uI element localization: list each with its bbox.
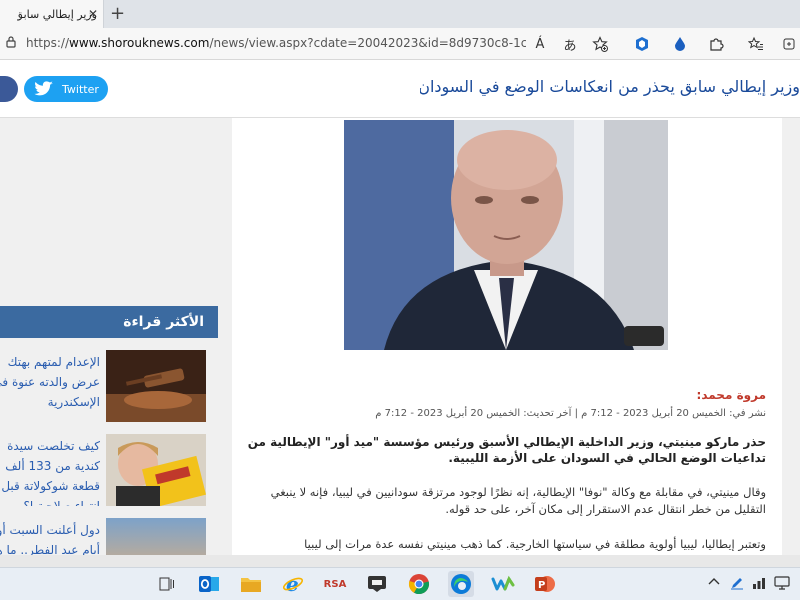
address-bar: https://www.shorouknews.com/news/view.as… — [0, 28, 800, 60]
extension-shield-icon[interactable] — [632, 34, 652, 54]
horizontal-scrollbar[interactable] — [0, 555, 800, 567]
most-read-item[interactable]: الإعدام لمتهم بهتك عرض والدته عنوة في ال… — [0, 350, 218, 424]
article-lead: حذر ماركو مينيتي، وزير الداخلية الإيطالي… — [247, 435, 766, 465]
chat-window-icon[interactable] — [364, 571, 390, 597]
article-headline: وزير إيطالي سابق يحذر من انعكاسات الوضع … — [420, 77, 800, 96]
chrome-icon[interactable] — [406, 571, 432, 597]
outlook-icon[interactable] — [196, 571, 222, 597]
most-read-item[interactable]: كيف تخلصت سيدة كندية من 133 ألف قطعة شوك… — [0, 434, 218, 508]
monitor-tray-icon[interactable] — [774, 576, 790, 593]
url-domain: www.shorouknews.com — [69, 36, 210, 50]
web-page: Twitter وزير إيطالي سابق يحذر من انعكاسا… — [0, 60, 800, 567]
svg-text:e: e — [286, 573, 299, 595]
article-author: مروة محمد: — [696, 388, 766, 402]
task-view-icon[interactable] — [154, 571, 180, 597]
favorites-icon[interactable] — [746, 34, 766, 54]
browser-tab[interactable]: وزير إيطالي سابق يحذر من انعكاسات ✕ — [0, 0, 104, 28]
article-paragraph: وتعتبر إيطاليا، ليبيا أولوية مطلقة في سي… — [304, 537, 766, 551]
site-header: Twitter وزير إيطالي سابق يحذر من انعكاسا… — [0, 60, 800, 118]
read-aloud-icon[interactable]: Á — [530, 34, 550, 54]
text-line: عرض والدته عنوة في — [0, 375, 100, 389]
url-path: /news/view.aspx?cdate=20042023&id=8d9730… — [209, 36, 526, 50]
tab-bar: وزير إيطالي سابق يحذر من انعكاسات ✕ + — [0, 0, 800, 28]
text-line: الإسكندرية — [47, 395, 100, 409]
text-line: الإعدام لمتهم بهتك — [7, 355, 100, 369]
woman-chocolate-thumbnail[interactable] — [106, 434, 206, 506]
text-line: كندية من 133 ألف — [5, 459, 100, 473]
publish-dates: نشر في: الخميس 20 أبريل 2023 - 7:12 م | … — [375, 408, 766, 419]
twitter-share-button[interactable]: Twitter — [24, 76, 108, 102]
favorite-star-icon[interactable] — [590, 34, 610, 54]
text-line: دول أعلنت السبت أول — [0, 523, 100, 537]
twitter-label: Twitter — [62, 82, 99, 96]
most-read-sidebar: الأكثر قراءة الإعدام لمتهم بهتك عرض والد… — [0, 306, 218, 567]
most-read-item-text[interactable]: الإعدام لمتهم بهتك عرض والدته عنوة في ال… — [0, 352, 100, 422]
file-explorer-icon[interactable] — [238, 571, 264, 597]
extensions-puzzle-icon[interactable] — [706, 34, 726, 54]
pen-tray-icon[interactable] — [730, 576, 744, 593]
webex-icon[interactable] — [490, 571, 516, 597]
article-photo[interactable] — [344, 120, 668, 350]
extension-drop-icon[interactable] — [670, 34, 690, 54]
url-prefix: https:// — [26, 36, 70, 50]
article-paragraph: وقال مينيتي، في مقابلة مع وكالة "نوفا" ا… — [270, 485, 766, 516]
network-tray-icon[interactable] — [752, 576, 766, 593]
most-read-item-text[interactable]: كيف تخلصت سيدة كندية من 133 ألف قطعة شوك… — [0, 436, 100, 506]
internet-explorer-icon[interactable]: e — [280, 571, 306, 597]
collections-icon[interactable] — [780, 34, 800, 54]
rsa-app-icon[interactable]: RSA — [322, 571, 348, 597]
close-tab-icon[interactable]: ✕ — [88, 7, 98, 21]
windows-taskbar: e RSA P — [0, 567, 800, 600]
text-line: انتهاء صلاحيتها؟ — [23, 499, 100, 506]
most-read-title: الأكثر قراءة — [0, 306, 218, 338]
text-line: قطعة شوكولاتة قبل — [1, 479, 100, 493]
new-tab-button[interactable]: + — [110, 3, 125, 24]
powerpoint-icon[interactable]: P — [532, 571, 558, 597]
svg-text:P: P — [538, 580, 545, 591]
article-body: مروة محمد: نشر في: الخميس 20 أبريل 2023 … — [232, 118, 782, 567]
text-line: كيف تخلصت سيدة — [7, 439, 100, 453]
facebook-share-button[interactable] — [0, 76, 18, 102]
edge-icon[interactable] — [448, 571, 474, 597]
twitter-bird-icon — [34, 81, 53, 96]
translate-icon[interactable]: あ — [560, 34, 580, 54]
url-field[interactable]: https://www.shorouknews.com/news/view.as… — [26, 36, 526, 50]
gavel-thumbnail[interactable] — [106, 350, 206, 422]
lock-icon[interactable] — [6, 36, 16, 48]
show-hidden-icons-chevron-icon[interactable] — [708, 576, 720, 589]
tab-title: وزير إيطالي سابق يحذر من انعكاسات — [17, 7, 97, 21]
